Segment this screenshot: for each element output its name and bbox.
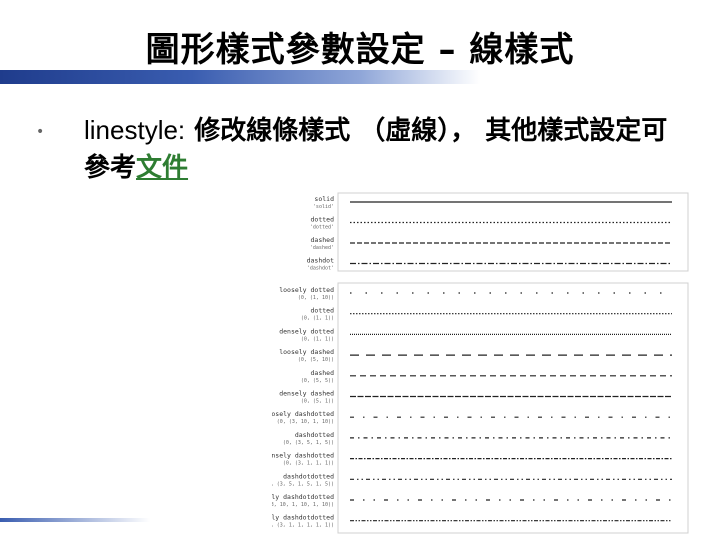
named-style-code-dotted: 'dotted' [310,225,334,231]
param-style-label-dashed: dashed [311,369,335,377]
param-style-code-densely-dashed: (0, (5, 1)) [301,399,334,405]
param-style-code-dashdotdotted: (0, (3, 5, 1, 5, 1, 5)) [272,481,334,487]
named-style-code-solid: 'solid' [313,204,334,210]
param-style-label-densely-dashdotted: densely dashdotted [272,452,334,460]
param-style-label-densely-dashdotdotted: densely dashdotdotted [272,514,334,522]
param-style-label-loosely-dashdotted: loosely dashdotted [272,410,334,418]
linestyle-keyword: linestyle: [84,115,186,145]
footer-accent-bar [0,518,150,522]
title-underline-bar [0,70,480,84]
linestyle-figure: solid'solid'dotted'dotted'dashed'dashed'… [272,192,689,534]
param-style-label-densely-dotted: densely dotted [279,327,334,335]
param-style-code-dashdotted: (0, (3, 5, 1, 5)) [283,440,334,446]
slide-title: 圖形樣式參數設定 – 線樣式 [145,30,575,70]
param-style-label-densely-dashed: densely dashed [279,390,334,398]
param-style-label-loosely-dotted: loosely dotted [279,286,334,294]
bullet-marker: • [36,124,45,140]
parametrized-styles-panel [337,282,689,534]
param-style-code-loosely-dotted: (0, (1, 10)) [298,295,334,301]
param-style-code-densely-dashdotdotted: (0, (3, 1, 1, 1, 1, 1)) [272,523,334,529]
param-style-label-loosely-dashed: loosely dashed [279,348,334,356]
documentation-link[interactable]: 文件 [136,153,188,183]
param-style-label-dotted: dotted [311,307,335,315]
param-style-code-dashed: (0, (5, 5)) [301,378,334,384]
named-style-label-dashed: dashed [311,236,335,244]
param-style-label-dashdotted: dashdotted [295,431,334,439]
named-style-label-dashdot: dashdot [307,257,334,265]
param-style-label-loosely-dashdotdotted: loosely dashdotdotted [272,493,334,501]
param-style-code-loosely-dashdotted: (0, (3, 10, 1, 10)) [277,419,334,425]
named-style-label-dotted: dotted [311,216,335,224]
named-style-code-dashed: 'dashed' [310,245,334,251]
param-style-label-dashdotdotted: dashdotdotted [283,472,334,480]
param-style-code-dotted: (0, (1, 1)) [301,316,334,322]
param-style-code-loosely-dashdotdotted: (0, (3, 10, 1, 10, 1, 10)) [272,502,334,508]
param-style-code-densely-dashdotted: (0, (3, 1, 1, 1)) [283,461,334,467]
named-style-code-dashdot: 'dashdot' [307,266,334,272]
named-styles-panel [337,192,689,272]
bullet-text: linestyle: 修改線條樣式 （虛線）， 其他樣式設定可參考文件 [84,112,684,187]
named-style-label-solid: solid [314,195,334,203]
param-style-code-densely-dotted: (0, (1, 1)) [301,336,334,342]
param-style-code-loosely-dashed: (0, (5, 10)) [298,357,334,363]
